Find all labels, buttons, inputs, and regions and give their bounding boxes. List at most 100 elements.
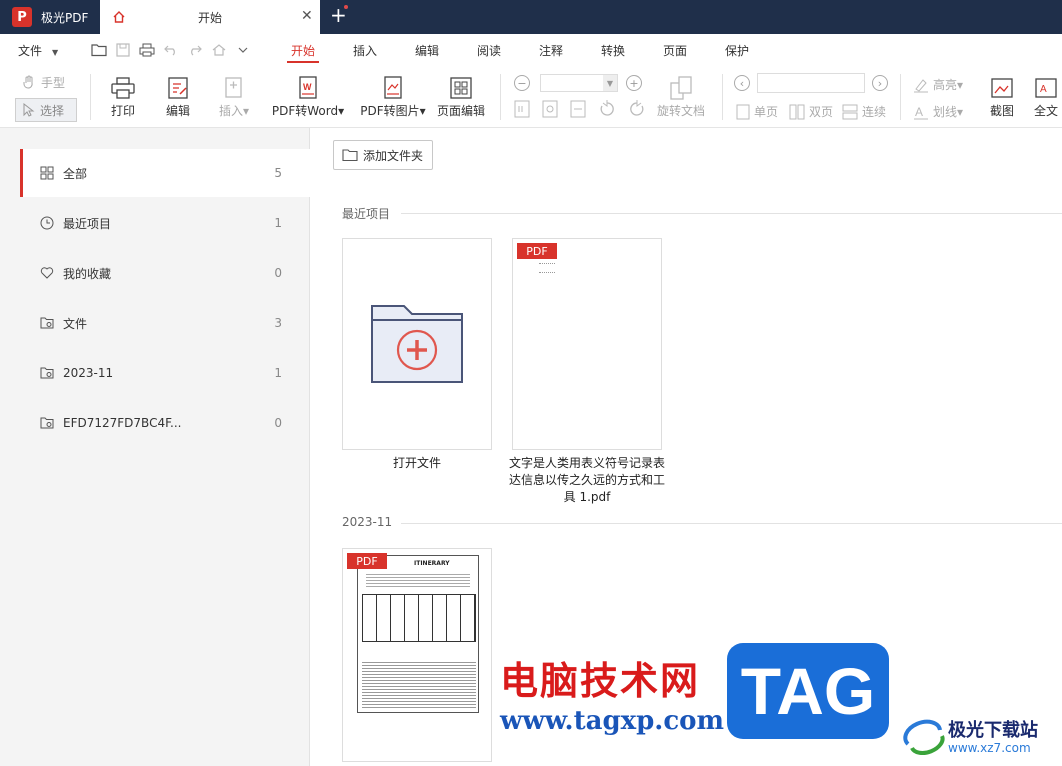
app-tab[interactable]: P 极光PDF xyxy=(0,0,100,34)
zoom-out-icon[interactable]: − xyxy=(514,75,530,91)
screenshot-button[interactable]: 截图 xyxy=(986,74,1018,119)
item-count: 0 xyxy=(274,416,282,430)
app-logo: P xyxy=(12,7,32,27)
rotate-right-icon[interactable] xyxy=(628,100,646,118)
tab-insert[interactable]: 插入 xyxy=(353,42,377,59)
sidebar-item-label: 最近项目 xyxy=(63,216,112,231)
highlight-button[interactable]: 高亮 ▾ xyxy=(913,76,963,93)
sidebar-item-label: 我的收藏 xyxy=(63,266,112,281)
actual-size-icon[interactable] xyxy=(542,100,558,118)
strikethrough-icon: A xyxy=(914,105,928,119)
sidebar-item-label: EFD7127FD7BC4F... xyxy=(63,416,182,430)
item-count: 3 xyxy=(274,316,282,330)
continuous-icon xyxy=(842,104,858,119)
itinerary-table xyxy=(362,594,476,642)
rotate-doc-icon xyxy=(669,74,693,102)
tab-convert[interactable]: 转换 xyxy=(601,42,625,59)
sidebar-item-efd-folder[interactable]: EFD7127FD7BC4F... 0 xyxy=(20,399,310,447)
item-count: 0 xyxy=(274,266,282,280)
close-tab-icon[interactable]: ✕ xyxy=(301,9,313,23)
title-bar: P 极光PDF 开始 ✕ + xyxy=(0,0,1062,34)
svg-text:W: W xyxy=(303,82,312,92)
tab-title: 开始 xyxy=(198,11,223,25)
open-file-card[interactable] xyxy=(342,238,492,450)
grid-small-icon xyxy=(40,166,54,180)
page-edit-button[interactable]: 页面编辑 xyxy=(436,74,486,119)
pdf-to-image-icon xyxy=(382,74,404,102)
fit-width-icon[interactable] xyxy=(570,100,586,118)
pdf-to-word-button[interactable]: W PDF转Word▾ xyxy=(270,74,346,119)
tab-edit[interactable]: 编辑 xyxy=(415,42,439,59)
tab-page[interactable]: 页面 xyxy=(663,42,687,59)
undo-icon[interactable] xyxy=(162,42,180,58)
single-page-button[interactable]: 单页 xyxy=(736,103,778,120)
menu-bar: 文件 ▼ 开始 插入 编辑 阅读 注释 转换 页面 保护 xyxy=(0,34,1062,66)
strikethrough-button[interactable]: A 划线 ▾ xyxy=(913,103,963,120)
prev-page-icon[interactable]: ‹ xyxy=(734,75,750,91)
print-icon[interactable] xyxy=(138,42,156,58)
tab-start[interactable]: 开始 ✕ xyxy=(100,0,320,34)
sidebar-item-recent[interactable]: 最近项目 1 xyxy=(20,199,310,247)
notification-dot xyxy=(344,5,348,9)
watermark-url: www.tagxp.com xyxy=(500,706,725,736)
add-folder-button[interactable]: 添加文件夹 xyxy=(333,140,433,170)
continuous-button[interactable]: 连续 xyxy=(842,103,886,120)
body-text-lines xyxy=(362,660,476,708)
printer-icon xyxy=(110,74,136,102)
rotate-document-button[interactable]: 旋转文档 xyxy=(656,74,706,119)
edit-button[interactable]: 编辑 xyxy=(163,74,193,119)
separator xyxy=(500,74,501,120)
section-divider xyxy=(401,213,1062,214)
customize-dropdown-icon[interactable] xyxy=(234,42,252,58)
sidebar-item-all[interactable]: 全部 5 xyxy=(20,149,310,197)
tab-protect[interactable]: 保护 xyxy=(725,42,749,59)
rotate-doc-label: 旋转文档 xyxy=(656,104,705,118)
sidebar-item-2023-11[interactable]: 2023-11 1 xyxy=(20,349,310,397)
watermark-site-name: 极光下载站 xyxy=(948,720,1038,741)
select-tool-button[interactable]: 选择 xyxy=(15,98,77,122)
insert-label: 插入 xyxy=(218,104,243,118)
svg-text:A: A xyxy=(1040,84,1047,95)
full-text-label: 全文 xyxy=(1034,104,1059,118)
pdf-to-image-button[interactable]: PDF转图片▾ xyxy=(360,74,426,119)
open-folder-icon[interactable] xyxy=(90,42,108,58)
single-page-label: 单页 xyxy=(754,105,779,119)
section-title-2023-11: 2023-11 xyxy=(342,515,393,529)
fit-page-icon[interactable] xyxy=(514,100,530,118)
next-page-icon[interactable]: › xyxy=(872,75,888,91)
file-menu[interactable]: 文件 ▼ xyxy=(18,42,58,59)
sidebar-item-label: 文件 xyxy=(63,316,88,331)
header-lines xyxy=(366,572,470,588)
redo-icon[interactable] xyxy=(186,42,204,58)
save-icon[interactable] xyxy=(114,42,132,58)
tab-start-menu[interactable]: 开始 xyxy=(286,42,320,63)
continuous-label: 连续 xyxy=(862,105,887,119)
double-page-button[interactable]: 双页 xyxy=(789,103,833,120)
new-tab-button[interactable]: + xyxy=(330,4,348,26)
ribbon-toolbar: 手型 选择 打印 编辑 插入▾ W PDF转Word▾ PDF转图片▾ 页面编辑… xyxy=(0,66,1062,128)
open-file-label: 打开文件 xyxy=(392,456,441,470)
insert-button[interactable]: 插入▾ xyxy=(216,74,252,119)
page-number-input[interactable] xyxy=(757,73,865,93)
item-count: 1 xyxy=(274,366,282,380)
zoom-in-icon[interactable]: + xyxy=(626,75,642,91)
site-logo-icon xyxy=(903,719,945,755)
sidebar: 全部 5 最近项目 1 我的收藏 0 文件 3 2023-11 1 EFD712… xyxy=(0,128,310,766)
hand-tool-button[interactable]: 手型 xyxy=(22,74,65,91)
hand-icon xyxy=(23,75,33,89)
chevron-down-icon: ▼ xyxy=(52,48,59,57)
full-text-button[interactable]: A 全文 xyxy=(1034,74,1062,119)
print-button[interactable]: 打印 xyxy=(108,74,138,119)
watermark-tag-logo: TAG xyxy=(727,643,889,739)
tab-read[interactable]: 阅读 xyxy=(477,42,501,59)
pdf-to-word-label: PDF转Word xyxy=(271,104,339,118)
recent-file-card[interactable]: PDF xyxy=(512,238,662,450)
edit-doc-icon xyxy=(166,74,190,102)
tab-annotate[interactable]: 注释 xyxy=(539,42,563,59)
zoom-select[interactable]: ▼ xyxy=(540,74,618,92)
sidebar-item-files[interactable]: 文件 3 xyxy=(20,299,310,347)
rotate-left-icon[interactable] xyxy=(598,100,616,118)
itinerary-file-card[interactable]: ITINERARY PDF xyxy=(342,548,492,762)
home-small-icon[interactable] xyxy=(210,42,228,58)
sidebar-item-favorites[interactable]: 我的收藏 0 xyxy=(20,249,310,297)
